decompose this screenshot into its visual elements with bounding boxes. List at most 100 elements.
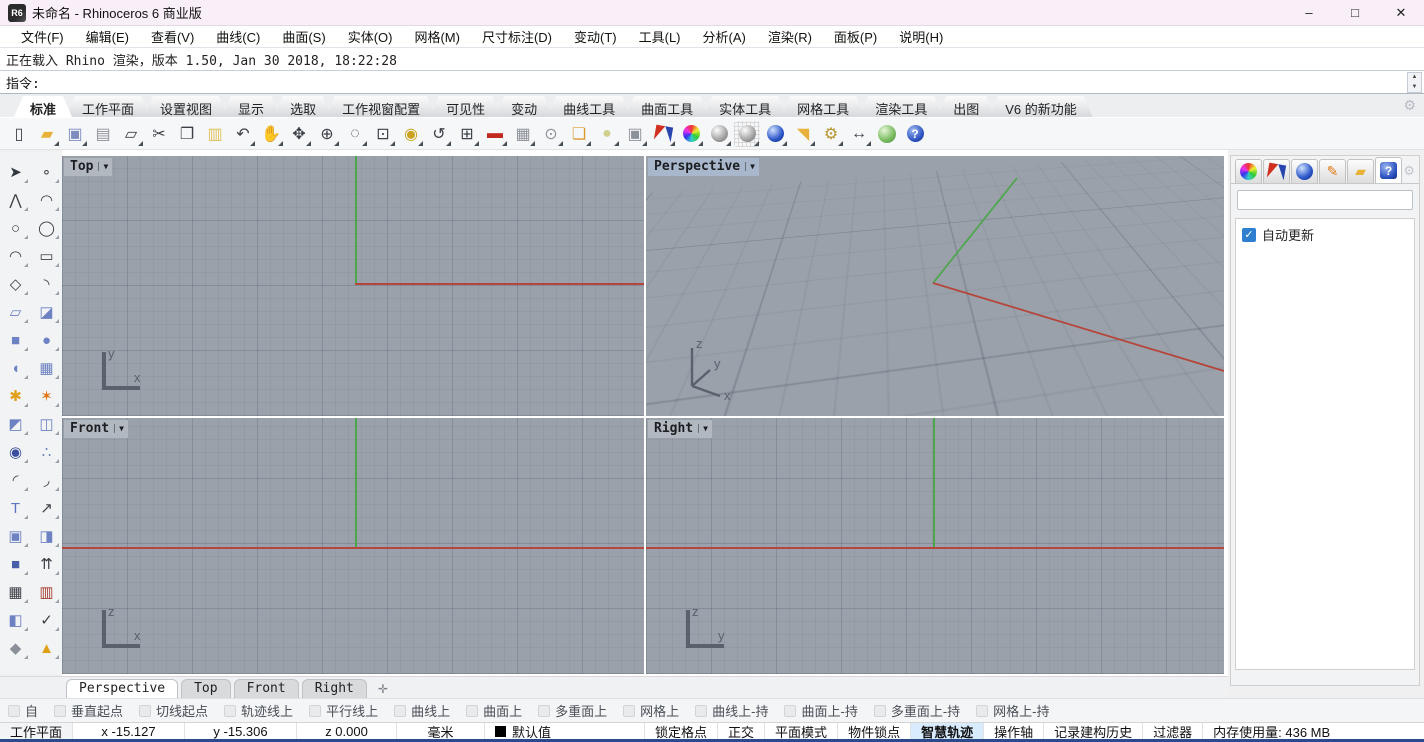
command-scrollbar[interactable]: ▲ ▼	[1407, 72, 1422, 93]
toolbar-tab[interactable]: 变动	[495, 96, 553, 117]
viewport-tab[interactable]: Front	[234, 679, 299, 698]
group-icon[interactable]: ∴	[31, 438, 62, 466]
viewport-front-label[interactable]: Front ▼	[64, 420, 128, 438]
osnap-item[interactable]: 轨迹线上	[224, 701, 293, 720]
zoom-extents-icon[interactable]: ⊡	[370, 121, 396, 147]
panel-tab-render[interactable]	[1291, 159, 1318, 183]
menu-item[interactable]: 实体(O)	[337, 25, 404, 48]
drape-icon[interactable]: ◉	[0, 438, 31, 466]
osnap-checkbox[interactable]	[466, 705, 478, 717]
panel-tab-folder[interactable]: ▰	[1347, 159, 1374, 183]
toolbar-tab[interactable]: 设置视图	[144, 96, 228, 117]
panel-tab-colors[interactable]	[1235, 159, 1262, 183]
paste-icon[interactable]: ▥	[202, 121, 228, 147]
named-view-car-icon[interactable]: ▬	[482, 121, 508, 147]
osnap-checkbox[interactable]	[224, 705, 236, 717]
lightbulb-icon[interactable]: ●	[594, 121, 620, 147]
status-toggle[interactable]: 操作轴	[984, 723, 1044, 739]
viewport-front[interactable]: Front ▼ z x	[62, 418, 644, 674]
undo-view-icon[interactable]: ↺	[426, 121, 452, 147]
solid-edit-icon[interactable]: ■	[0, 550, 31, 578]
menu-item[interactable]: 曲面(S)	[271, 25, 336, 48]
render-sphere-grid-icon[interactable]	[734, 121, 760, 147]
box-icon[interactable]: ■	[0, 326, 31, 354]
polygon-icon[interactable]: ◇	[0, 270, 31, 298]
maximize-button[interactable]: □	[1332, 0, 1378, 25]
menu-item[interactable]: 渲染(R)	[757, 25, 823, 48]
toolbar-tab[interactable]: 曲面工具	[625, 96, 709, 117]
menu-item[interactable]: 工具(L)	[628, 25, 692, 48]
polyline-icon[interactable]: ⋀	[0, 186, 31, 214]
help-icon[interactable]: ?	[902, 121, 928, 147]
auto-update-checkbox[interactable]: ✓	[1242, 228, 1256, 242]
shaded-mode-icon[interactable]	[650, 121, 676, 147]
panel-tab-help[interactable]: ?	[1375, 157, 1402, 183]
osnap-checkbox[interactable]	[139, 705, 151, 717]
osnap-item[interactable]: 切线起点	[139, 701, 208, 720]
gears-icon[interactable]: ⚙	[818, 121, 844, 147]
osnap-checkbox[interactable]	[695, 705, 707, 717]
toolbar-tab[interactable]: 标准	[14, 96, 72, 117]
circle-icon[interactable]: ○	[0, 214, 31, 242]
print-icon[interactable]: ▤	[90, 121, 116, 147]
status-toggle[interactable]: 智慧轨迹	[911, 723, 984, 739]
menu-item[interactable]: 面板(P)	[823, 25, 888, 48]
osnap-item[interactable]: 网格上	[623, 701, 679, 720]
status-toggle[interactable]: 记录建构历史	[1044, 723, 1143, 739]
cut-icon[interactable]: ✂	[146, 121, 172, 147]
undo-icon[interactable]: ↶	[230, 121, 256, 147]
osnap-checkbox[interactable]	[874, 705, 886, 717]
menu-item[interactable]: 曲线(C)	[205, 25, 271, 48]
object-display-icon[interactable]: ❏	[566, 121, 592, 147]
viewport-menu-caret-icon[interactable]: ▼	[745, 162, 755, 171]
split-icon[interactable]: ◫	[31, 410, 62, 438]
scroll-down-icon[interactable]: ▼	[1408, 83, 1421, 93]
surface-3pt-icon[interactable]: ▱	[0, 298, 31, 326]
minimize-button[interactable]: –	[1286, 0, 1332, 25]
menu-item[interactable]: 说明(H)	[888, 25, 954, 48]
osnap-checkbox[interactable]	[8, 705, 20, 717]
panel-gear-icon[interactable]: ⚙	[1403, 163, 1415, 179]
check-icon[interactable]: ✓	[31, 606, 62, 634]
fillet-curve-icon[interactable]: ◜	[0, 466, 31, 494]
corner-curve-icon[interactable]: ◝	[31, 270, 62, 298]
blend-curve-icon[interactable]: ◞	[31, 466, 62, 494]
osnap-checkbox[interactable]	[54, 705, 66, 717]
surface-patch-icon[interactable]: ◪	[31, 298, 62, 326]
auto-update-row[interactable]: ✓ 自动更新	[1242, 225, 1408, 244]
osnap-item[interactable]: 曲面上	[466, 701, 522, 720]
copy-icon[interactable]: ❐	[174, 121, 200, 147]
array-icon[interactable]: ▦	[0, 578, 31, 606]
viewport-tab[interactable]: Top	[181, 679, 230, 698]
extrude-icon[interactable]: ⇈	[31, 550, 62, 578]
circle-center-icon[interactable]: ⊙	[538, 121, 564, 147]
render-color-wheel-icon[interactable]	[678, 121, 704, 147]
menu-item[interactable]: 尺寸标注(D)	[471, 25, 563, 48]
cplane-button[interactable]: 工作平面	[0, 723, 73, 739]
copy-page-icon[interactable]: ▱	[118, 121, 144, 147]
trim-icon[interactable]: ◩	[0, 410, 31, 438]
osnap-checkbox[interactable]	[623, 705, 635, 717]
status-toggle[interactable]: 平面模式	[765, 723, 838, 739]
toolbar-tab[interactable]: 出图	[937, 96, 995, 117]
toolbar-tab[interactable]: V6 的新功能	[989, 96, 1093, 117]
rectangle-icon[interactable]: ▭	[31, 242, 62, 270]
viewport-right[interactable]: Right ▼ z y	[646, 418, 1224, 674]
viewport-top-label[interactable]: Top ▼	[64, 158, 112, 176]
viewport-menu-caret-icon[interactable]: ▼	[98, 162, 108, 171]
boolean-union-icon[interactable]: ✱	[0, 382, 31, 410]
new-file-icon[interactable]: ▯	[6, 121, 32, 147]
open-file-icon[interactable]: ▰	[34, 121, 60, 147]
save-icon[interactable]: ▣	[62, 121, 88, 147]
osnap-item[interactable]: 平行线上	[309, 701, 378, 720]
panel-tab-display[interactable]	[1263, 159, 1290, 183]
osnap-item[interactable]: 自	[8, 701, 38, 720]
viewport-layout-icon[interactable]: ⊞	[454, 121, 480, 147]
viewport-menu-caret-icon[interactable]: ▼	[114, 424, 124, 433]
osnap-item[interactable]: 多重面上	[538, 701, 607, 720]
point-icon[interactable]: ∘	[31, 158, 62, 186]
primitives-icon[interactable]: ◆	[0, 634, 31, 662]
arc-icon[interactable]: ◠	[0, 242, 31, 270]
toolbar-tab[interactable]: 渲染工具	[859, 96, 943, 117]
status-toggle[interactable]: 锁定格点	[645, 723, 718, 739]
